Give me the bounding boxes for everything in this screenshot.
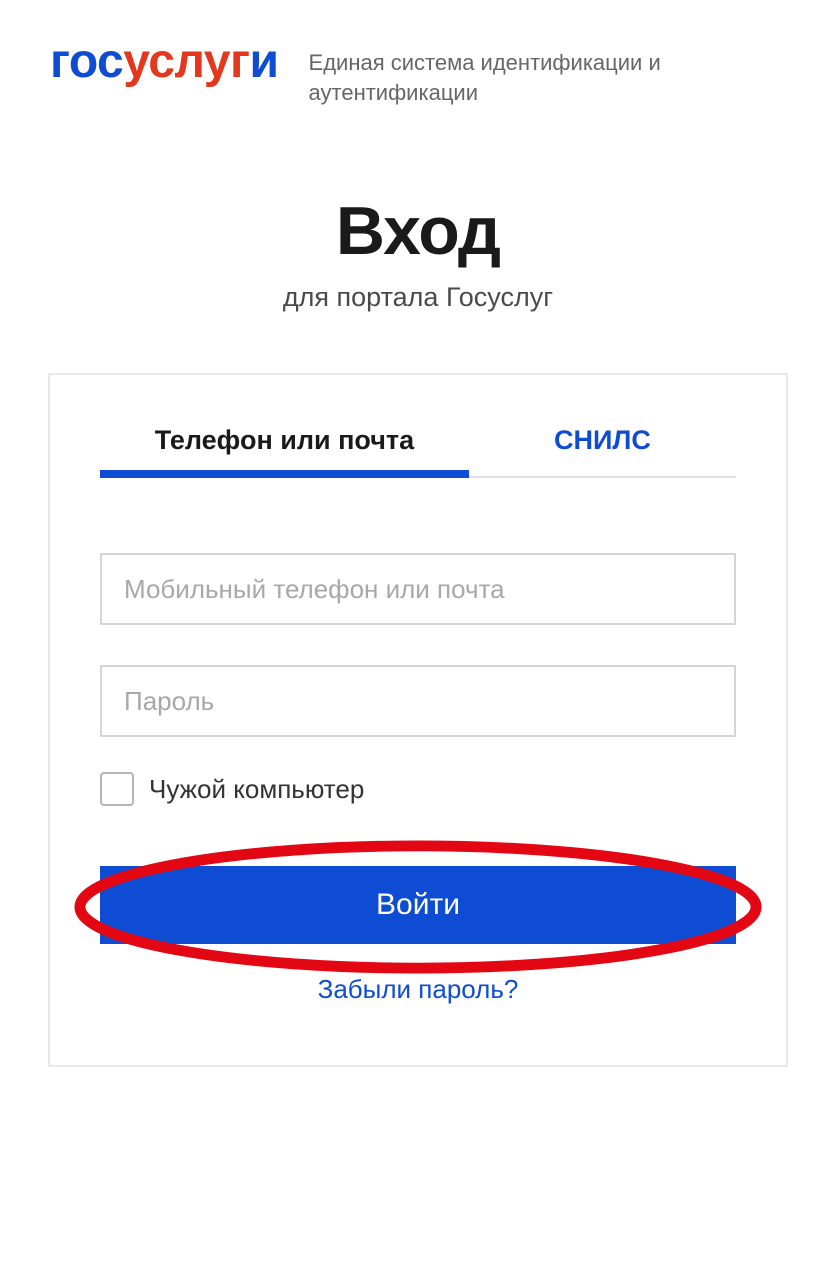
tabs: Телефон или почта СНИЛС: [100, 425, 736, 478]
page-title: Вход: [0, 192, 836, 270]
tab-phone-email[interactable]: Телефон или почта: [100, 425, 469, 476]
logo: госуслуги: [50, 38, 279, 86]
login-card: Телефон или почта СНИЛС Чужой компьютер …: [48, 373, 788, 1067]
foreign-computer-row: Чужой компьютер: [100, 772, 736, 806]
password-input[interactable]: [100, 665, 736, 737]
logo-text-gos: гос: [50, 35, 123, 88]
logo-text-i: и: [250, 35, 279, 88]
header: госуслуги Единая система идентификации и…: [0, 0, 836, 107]
page-subtitle: для портала Госуслуг: [0, 282, 836, 313]
login-input[interactable]: [100, 553, 736, 625]
login-button[interactable]: Войти: [100, 866, 736, 944]
login-button-area: Войти: [100, 866, 736, 944]
forgot-password-link[interactable]: Забыли пароль?: [100, 974, 736, 1005]
logo-text-uslug: услуг: [123, 35, 249, 88]
page-title-block: Вход: [0, 192, 836, 270]
foreign-computer-label: Чужой компьютер: [149, 774, 364, 805]
header-subtitle: Единая система идентификации и аутентифи…: [309, 38, 786, 107]
tab-snils[interactable]: СНИЛС: [469, 425, 736, 476]
foreign-computer-checkbox[interactable]: [100, 772, 134, 806]
